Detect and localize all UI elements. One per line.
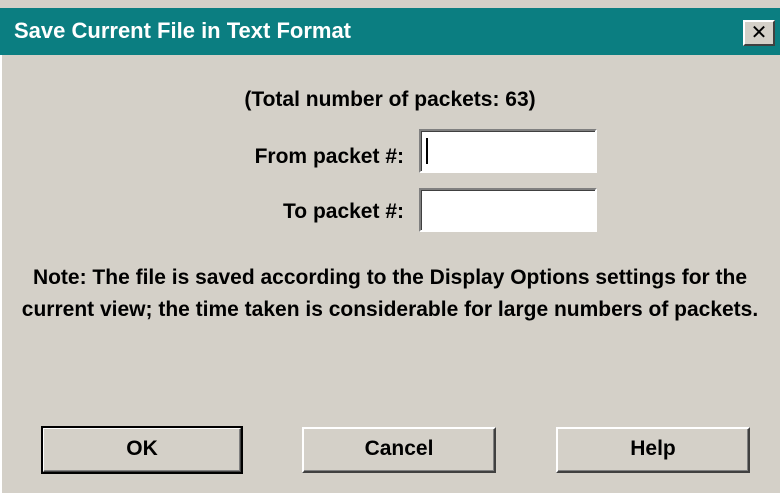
- ok-button[interactable]: OK: [41, 426, 243, 474]
- save-text-format-dialog: Save Current File in Text Format ✕ (Tota…: [0, 0, 780, 493]
- title-bar[interactable]: Save Current File in Text Format ✕: [0, 8, 780, 55]
- cancel-button[interactable]: Cancel: [302, 427, 496, 473]
- close-icon: ✕: [750, 22, 768, 44]
- from-packet-label: From packet #:: [254, 145, 404, 168]
- text-caret: [426, 138, 428, 164]
- close-button[interactable]: ✕: [743, 20, 775, 46]
- window-title: Save Current File in Text Format: [14, 18, 352, 43]
- from-packet-input[interactable]: [419, 129, 597, 173]
- total-packets-text: (Total number of packets: 63): [244, 88, 536, 111]
- note-text: Note: The file is saved according to the…: [21, 266, 759, 321]
- help-button[interactable]: Help: [556, 427, 750, 473]
- to-packet-label: To packet #:: [283, 200, 404, 223]
- to-packet-input[interactable]: [419, 188, 597, 232]
